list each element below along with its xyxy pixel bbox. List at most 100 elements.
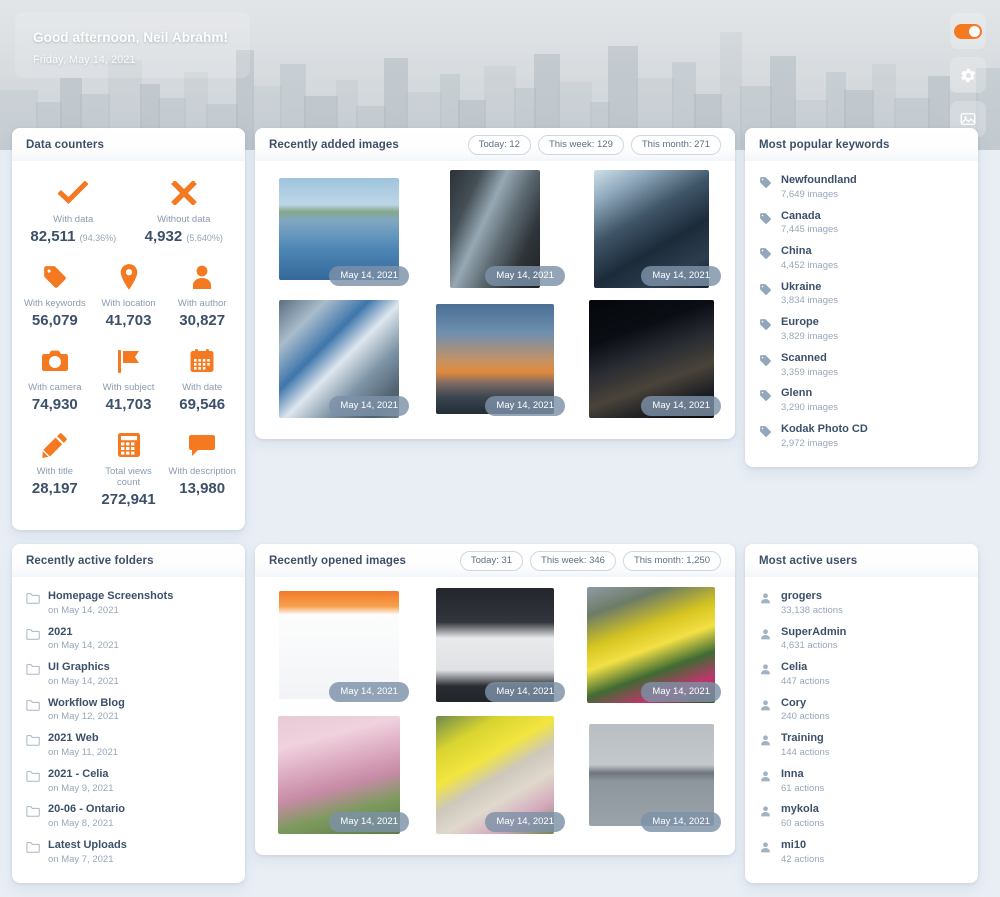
user-name: Celia	[781, 661, 964, 675]
counter-percent: (5.640%)	[186, 233, 223, 243]
user-actions: 447 actions	[781, 676, 964, 689]
keyword-name: Ukraine	[781, 281, 964, 295]
list-item[interactable]: 2021 Webon May 11, 2021	[12, 728, 245, 764]
counter-label: With author	[167, 298, 237, 309]
list-item[interactable]: 2021on May 14, 2021	[12, 622, 245, 658]
list-item[interactable]: mi1042 actions	[745, 835, 978, 871]
keyword-count: 3,290 images	[781, 402, 964, 415]
list-item[interactable]: Scanned3,359 images	[745, 348, 978, 384]
badge-this-week[interactable]: This week: 346	[530, 551, 616, 571]
list-item[interactable]: Inna61 actions	[745, 764, 978, 800]
counter-without-data[interactable]: Without data 4,932 (5.640%)	[129, 169, 240, 253]
calculator-icon	[94, 431, 164, 459]
thumbnail-curved-glass-tower[interactable]: May 14, 2021	[265, 297, 413, 421]
person-icon	[759, 590, 781, 605]
counter-with-keywords[interactable]: With keywords 56,079	[18, 253, 92, 337]
badge-today[interactable]: Today: 31	[460, 551, 523, 571]
badge-today[interactable]: Today: 12	[468, 135, 531, 155]
thumbnail-dark-presentation-slide[interactable]: May 14, 2021	[421, 583, 569, 707]
folder-icon	[26, 626, 48, 640]
comment-icon	[167, 431, 237, 459]
counter-with-subject[interactable]: With subject 41,703	[92, 337, 166, 421]
user-actions: 144 actions	[781, 747, 964, 760]
panel-title: Most popular keywords	[759, 139, 890, 151]
list-item[interactable]: Newfoundland7,649 images	[745, 170, 978, 206]
counter-value: 28,197	[20, 480, 90, 497]
person-icon	[759, 803, 781, 818]
counter-with-title[interactable]: With title 28,197	[18, 421, 92, 516]
thumbnail-row: May 14, 2021 May 14, 2021 May 14, 2021	[265, 583, 725, 707]
list-item[interactable]: Glenn3,290 images	[745, 383, 978, 419]
recently-added-thumbnails: May 14, 2021 May 14, 2021 May 14, 2021	[255, 161, 735, 439]
thumbnail-office-desk-window[interactable]: May 14, 2021	[421, 167, 569, 291]
counter-value: 30,827	[167, 312, 237, 329]
thumbnail-dashboard-screenshot[interactable]: May 14, 2021	[265, 583, 413, 707]
camera-icon	[20, 347, 90, 375]
list-item[interactable]: Cory240 actions	[745, 693, 978, 729]
list-item[interactable]: China4,452 images	[745, 241, 978, 277]
thumbnail-date: May 14, 2021	[329, 266, 409, 286]
theme-toggle-button[interactable]	[950, 13, 986, 49]
badge-this-week[interactable]: This week: 129	[538, 135, 624, 155]
folder-icon	[26, 839, 48, 853]
list-item[interactable]: Ukraine3,834 images	[745, 277, 978, 313]
counter-total-views[interactable]: Total views count 272,941	[92, 421, 166, 516]
keyword-count: 3,359 images	[781, 367, 964, 380]
user-actions: 61 actions	[781, 783, 964, 796]
thumbnail-date: May 14, 2021	[485, 682, 565, 702]
person-icon	[759, 626, 781, 641]
thumbnail-lake-with-geese[interactable]: May 14, 2021	[265, 167, 413, 291]
thumbnail-city-at-night[interactable]: May 14, 2021	[577, 297, 725, 421]
badge-this-month[interactable]: This month: 1,250	[623, 551, 721, 571]
counter-label: With date	[167, 382, 237, 393]
thumbnail-daffodils-and-tulips[interactable]: May 14, 2021	[577, 583, 725, 707]
list-item[interactable]: Workflow Blogon May 12, 2021	[12, 693, 245, 729]
tag-icon	[759, 316, 781, 331]
list-item[interactable]: Celia447 actions	[745, 657, 978, 693]
thumbnail-date: May 14, 2021	[329, 396, 409, 416]
popular-keywords-list: Newfoundland7,649 images Canada7,445 ima…	[745, 161, 978, 467]
counter-label: With location	[94, 298, 164, 309]
user-actions: 33,138 actions	[781, 605, 964, 618]
location-pin-icon	[94, 263, 164, 291]
thumbnail-downtown-towers[interactable]: May 14, 2021	[577, 167, 725, 291]
list-item[interactable]: mykola60 actions	[745, 799, 978, 835]
counter-with-author[interactable]: With author 30,827	[165, 253, 239, 337]
settings-button[interactable]	[950, 57, 986, 93]
list-item[interactable]: Training144 actions	[745, 728, 978, 764]
thumbnail-date: May 14, 2021	[641, 812, 721, 832]
badge-this-month[interactable]: This month: 271	[631, 135, 721, 155]
folder-icon	[26, 768, 48, 782]
counter-with-camera[interactable]: With camera 74,930	[18, 337, 92, 421]
list-item[interactable]: Canada7,445 images	[745, 206, 978, 242]
thumbnail-skyline-sunset[interactable]: May 14, 2021	[421, 297, 569, 421]
list-item[interactable]: SuperAdmin4,631 actions	[745, 622, 978, 658]
folder-date: on May 7, 2021	[48, 854, 231, 867]
thumbnail-row: May 14, 2021 May 14, 2021 May 14, 2021	[265, 167, 725, 291]
recently-opened-thumbnails: May 14, 2021 May 14, 2021 May 14, 2021	[255, 577, 735, 855]
counter-label: With title	[20, 466, 90, 477]
list-item[interactable]: Latest Uploadson May 7, 2021	[12, 835, 245, 871]
thumbnail-forsythia-bush[interactable]: May 14, 2021	[421, 713, 569, 837]
user-name: Training	[781, 732, 964, 746]
counter-label: With description	[167, 466, 237, 477]
list-item[interactable]: 20-06 - Ontarioon May 8, 2021	[12, 799, 245, 835]
counter-percent: (94.36%)	[80, 233, 117, 243]
thumbnail-grey-lake-shore[interactable]: May 14, 2021	[577, 713, 725, 837]
counter-row: With title 28,197 Total views count 272,…	[18, 421, 239, 516]
list-item[interactable]: Kodak Photo CD2,972 images	[745, 419, 978, 455]
keyword-count: 7,445 images	[781, 224, 964, 237]
counter-with-description[interactable]: With description 13,980	[165, 421, 239, 516]
thumbnail-date: May 14, 2021	[329, 682, 409, 702]
thumbnail-date: May 14, 2021	[485, 396, 565, 416]
list-item[interactable]: grogers33,138 actions	[745, 586, 978, 622]
keyword-name: Newfoundland	[781, 174, 964, 188]
counter-with-location[interactable]: With location 41,703	[92, 253, 166, 337]
list-item[interactable]: 2021 - Celiaon May 9, 2021	[12, 764, 245, 800]
list-item[interactable]: Europe3,829 images	[745, 312, 978, 348]
counter-with-data[interactable]: With data 82,511 (94.36%)	[18, 169, 129, 253]
list-item[interactable]: Homepage Screenshotson May 14, 2021	[12, 586, 245, 622]
counter-with-date[interactable]: With date 69,546	[165, 337, 239, 421]
list-item[interactable]: UI Graphicson May 14, 2021	[12, 657, 245, 693]
thumbnail-cherry-blossom-tree[interactable]: May 14, 2021	[265, 713, 413, 837]
